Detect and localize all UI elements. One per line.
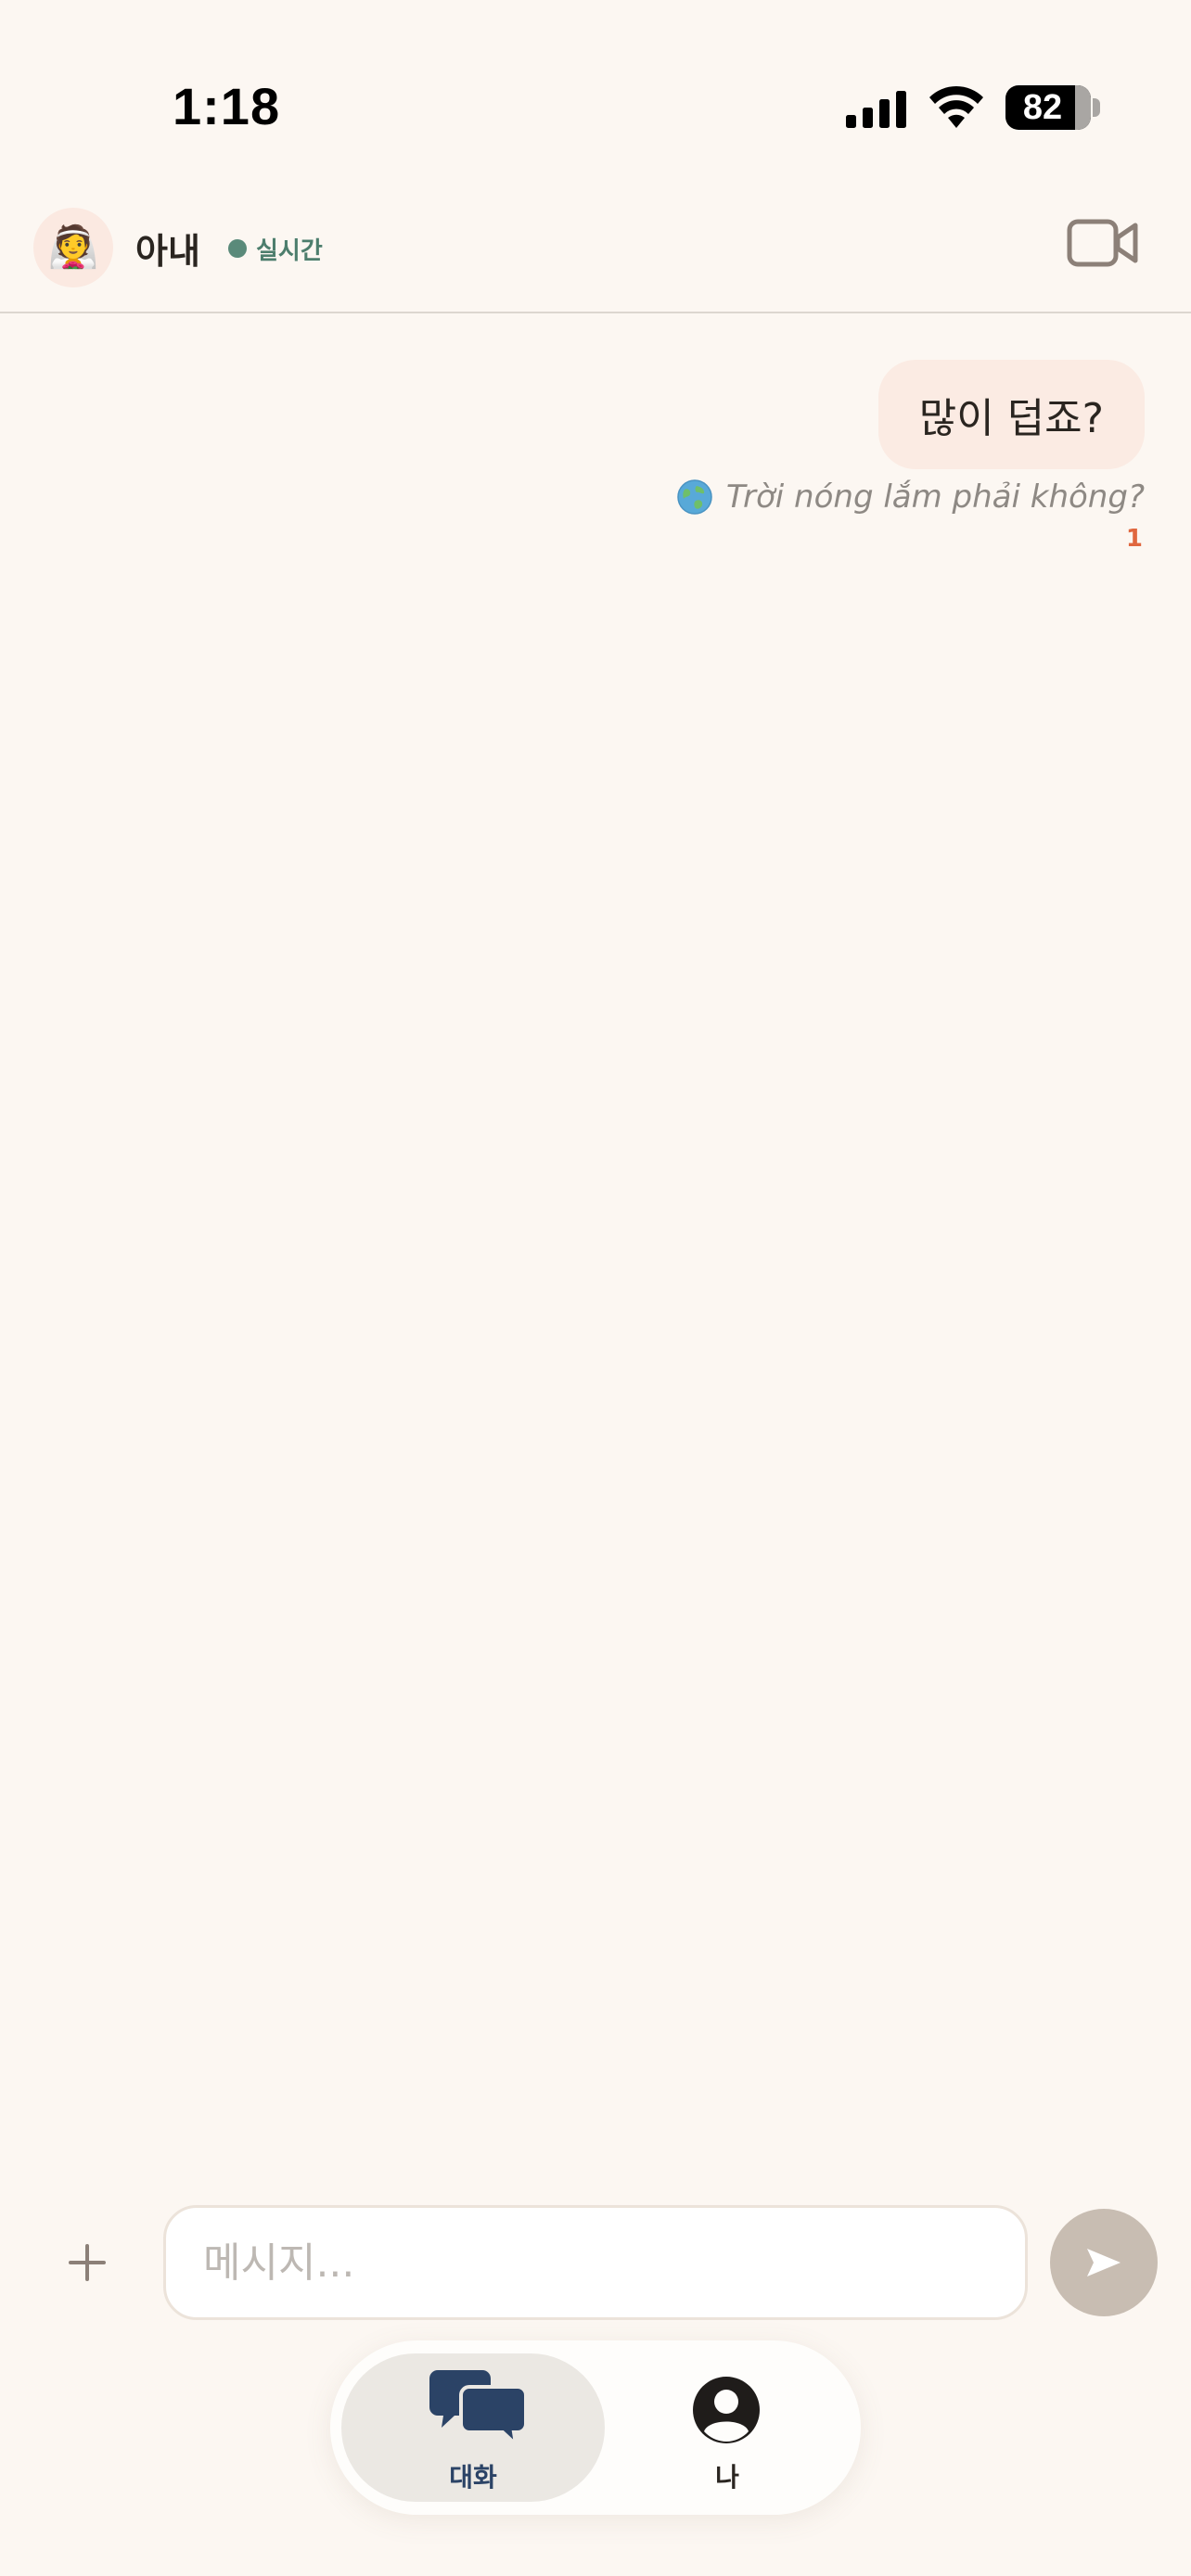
- tab-me-label: 나: [715, 2462, 739, 2493]
- tab-me[interactable]: 나: [605, 2353, 850, 2502]
- send-button[interactable]: [1050, 2209, 1158, 2316]
- globe-icon: [677, 479, 712, 515]
- unread-count: 1: [1125, 525, 1143, 553]
- chat-screen: 1:18 82 👰 아내 실시간 많이 덥죠? Trời nóng lắm ph…: [0, 0, 1191, 2576]
- translation-text: Trời nóng lắm phải không?: [725, 478, 1145, 516]
- battery-indicator: 82: [1005, 85, 1091, 130]
- status-time: 1:18: [173, 77, 281, 135]
- cellular-signal-icon: [846, 91, 906, 128]
- chat-bubbles-icon: [429, 2370, 527, 2446]
- message-input[interactable]: [163, 2205, 1028, 2320]
- battery-percent: 82: [1022, 88, 1063, 127]
- battery-cap: [1093, 98, 1100, 117]
- profile-icon: [693, 2377, 760, 2443]
- live-status-dot: [228, 239, 247, 258]
- video-camera-icon: [1067, 219, 1138, 267]
- attach-plus-button[interactable]: [58, 2233, 117, 2292]
- message-translation: Trời nóng lắm phải không?: [676, 477, 1145, 517]
- chat-header: 👰 아내 실시간: [0, 185, 1191, 313]
- video-call-button[interactable]: [1067, 217, 1139, 269]
- outgoing-message-bubble[interactable]: 많이 덥죠?: [877, 360, 1145, 469]
- live-status-label: 실시간: [256, 237, 323, 265]
- contact-name: 아내: [135, 231, 200, 272]
- tab-chat[interactable]: 대화: [341, 2353, 605, 2502]
- wifi-icon: [929, 85, 983, 128]
- send-icon: [1087, 2249, 1121, 2276]
- bottom-tab-bar: 대화 나: [330, 2340, 861, 2515]
- plus-icon: [69, 2244, 106, 2281]
- tab-chat-label: 대화: [449, 2462, 497, 2493]
- contact-avatar[interactable]: 👰: [33, 208, 113, 287]
